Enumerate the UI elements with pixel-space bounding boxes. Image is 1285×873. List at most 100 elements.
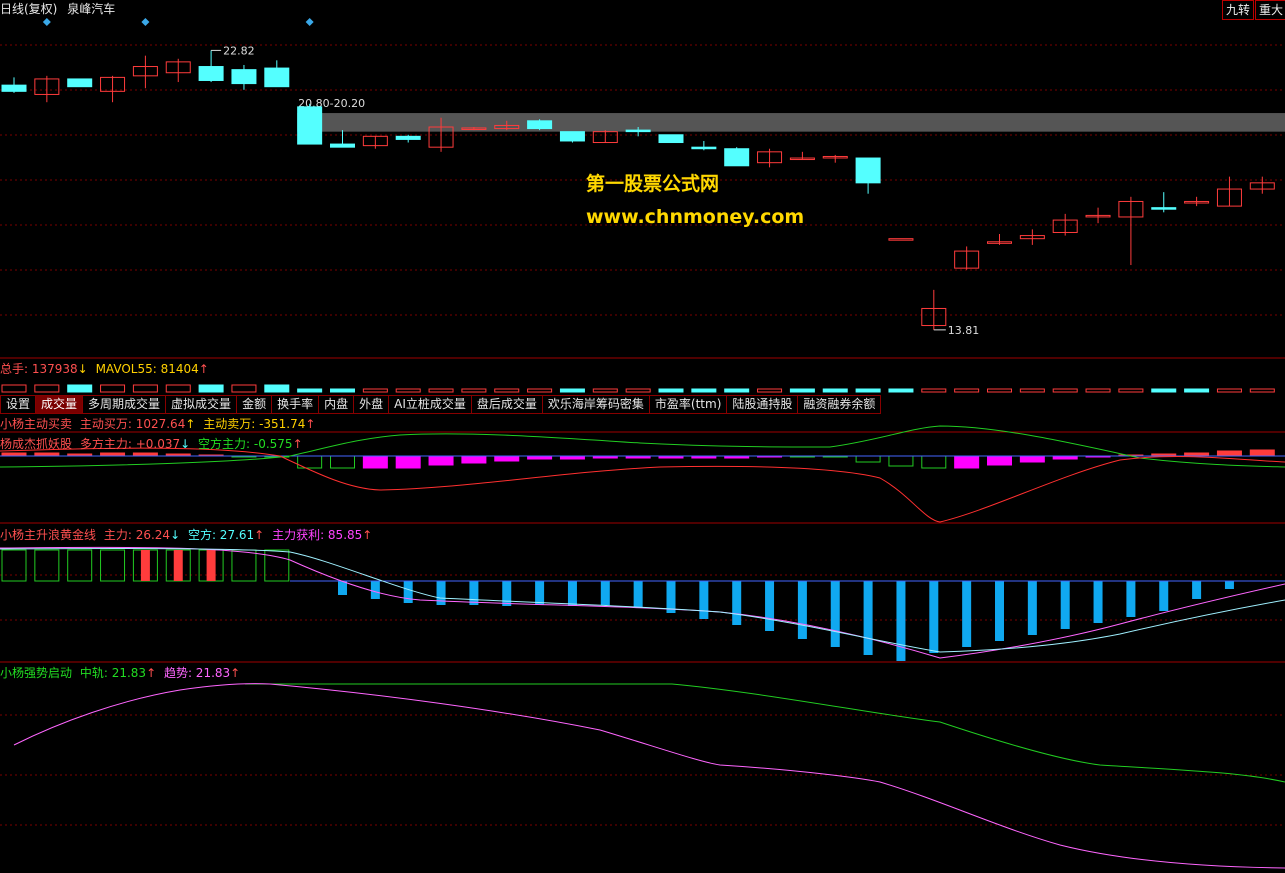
volume-bar — [625, 388, 651, 393]
volume-bars — [1, 384, 1275, 393]
golden-bar-blue — [962, 581, 972, 647]
tab-9[interactable]: 盘后成交量 — [471, 395, 543, 414]
force-bar — [1019, 455, 1045, 463]
tab-2[interactable]: 多周期成交量 — [83, 395, 167, 414]
tab-7[interactable]: 外盘 — [354, 395, 390, 414]
golden-bar-outline — [1, 549, 27, 582]
panel-strong-start — [13, 683, 1285, 869]
event-marker — [305, 18, 314, 26]
short-force-line — [0, 447, 1285, 523]
force-bar — [987, 455, 1012, 466]
panel2-name: 杨成杰抓妖股 — [0, 437, 73, 451]
volume-bar — [527, 388, 553, 393]
volume-bar — [395, 388, 421, 393]
volume-bar — [297, 388, 323, 393]
golden-bar-blue — [1060, 581, 1070, 629]
candle-body — [625, 129, 651, 133]
tab-3[interactable]: 虚拟成交量 — [166, 395, 238, 414]
force-bar — [428, 455, 454, 466]
golden-bar-red — [206, 550, 216, 581]
panel3-name: 小杨主升浪黄金线 — [0, 528, 97, 542]
panel4-trend-arrow: ↑ — [230, 666, 241, 680]
tab-8[interactable]: AI立桩成交量 — [389, 395, 472, 414]
high-label: 22.82 — [223, 44, 255, 57]
golden-bar-outline — [34, 549, 60, 582]
force-bar — [855, 455, 881, 463]
force-bar — [395, 455, 421, 469]
golden-bar-blue — [929, 581, 939, 653]
volume-bar — [1052, 388, 1078, 393]
panel4-name: 小杨强势启动 — [0, 666, 73, 680]
golden-bar-blue — [1126, 581, 1136, 617]
candle-body — [559, 131, 585, 142]
trend-line — [13, 683, 1285, 869]
tab-10[interactable]: 欢乐海岸筹码密集 — [542, 395, 650, 414]
force-bar — [1249, 449, 1275, 457]
volume-bar — [921, 388, 947, 393]
mavol55-arrow: ↑ — [198, 362, 209, 376]
panel3-label: 小杨主升浪黄金线 主力: 26.24↓ 空方: 27.61↑ 主力获利: 85.… — [0, 527, 376, 543]
volume-bar — [1085, 388, 1111, 393]
panel3-main-arrow: ↓ — [170, 528, 181, 542]
candle-body — [264, 67, 290, 88]
volume-bar — [658, 388, 684, 393]
volume-bar — [559, 388, 585, 393]
golden-bar-blue — [732, 581, 742, 625]
volume-bar — [264, 384, 290, 393]
tab-6[interactable]: 内盘 — [319, 395, 355, 414]
tab-11[interactable]: 市盈率(ttm) — [649, 395, 728, 414]
volume-bar — [362, 388, 388, 393]
candle-body — [888, 238, 914, 241]
candle-body — [231, 69, 257, 85]
golden-bar-blue — [699, 581, 709, 619]
volume-bar — [822, 388, 848, 393]
golden-bar-blue — [896, 581, 906, 661]
volume-bar — [330, 388, 355, 393]
tab-1[interactable]: 成交量 — [36, 395, 84, 414]
panel1-buy: 主动买万: 1027.64 — [79, 417, 186, 431]
panel3-profit-arrow: ↑ — [362, 528, 373, 542]
panel4-trend: 趋势: 21.83 — [163, 666, 231, 680]
price-band — [297, 113, 1285, 132]
golden-bar-blue — [1027, 581, 1037, 635]
golden-bar-blue — [338, 581, 347, 595]
panel1-sell: 主动卖万: -351.74 — [203, 417, 306, 431]
volume-bar — [198, 384, 224, 393]
force-bar — [921, 455, 947, 469]
volume-bar — [691, 388, 717, 393]
tab-12[interactable]: 陆股通持股 — [727, 395, 799, 414]
golden-bar-blue — [863, 581, 873, 655]
golden-bar-blue — [469, 581, 479, 605]
force-bar — [954, 455, 980, 469]
candle-body — [691, 146, 717, 150]
candle-body — [527, 120, 553, 130]
golden-bar-blue — [1224, 581, 1234, 589]
golden-bar-blue — [403, 581, 413, 603]
candle-body — [1, 84, 27, 92]
volume-bar — [987, 388, 1012, 393]
watermark-title: 第一股票公式网 — [586, 173, 720, 195]
golden-bar-blue — [1192, 581, 1202, 599]
volume-bar — [1118, 388, 1144, 393]
candle-body — [330, 143, 355, 148]
golden-bar-blue — [765, 581, 775, 631]
volume-bar — [494, 388, 520, 393]
panel3-empty: 空方: 27.61 — [187, 528, 255, 542]
panel4-mid-arrow: ↑ — [146, 666, 157, 680]
tab-5[interactable]: 换手率 — [272, 395, 320, 414]
panel2-long-arrow: ↓ — [180, 437, 191, 451]
indicator-tabs: 设置 成交量 多周期成交量 虚拟成交量 金额 换手率 内盘 外盘 AI立桩成交量 盘后成交量 欢乐海… — [0, 395, 882, 414]
volume-bar — [954, 388, 980, 393]
golden-bar-blue — [600, 581, 610, 605]
force-bar — [1216, 450, 1242, 457]
low-label: 13.81 — [948, 324, 980, 337]
volume-bar — [757, 388, 783, 393]
volume-bar — [724, 388, 750, 393]
tab-4[interactable]: 金额 — [237, 395, 273, 414]
panel1-sell-arrow: ↑ — [305, 417, 316, 431]
candle-body — [297, 106, 323, 145]
volume-bar — [231, 384, 257, 393]
tab-13[interactable]: 融资融券余额 — [798, 395, 882, 414]
tab-0[interactable]: 设置 — [0, 395, 37, 414]
force-bar — [461, 455, 487, 464]
